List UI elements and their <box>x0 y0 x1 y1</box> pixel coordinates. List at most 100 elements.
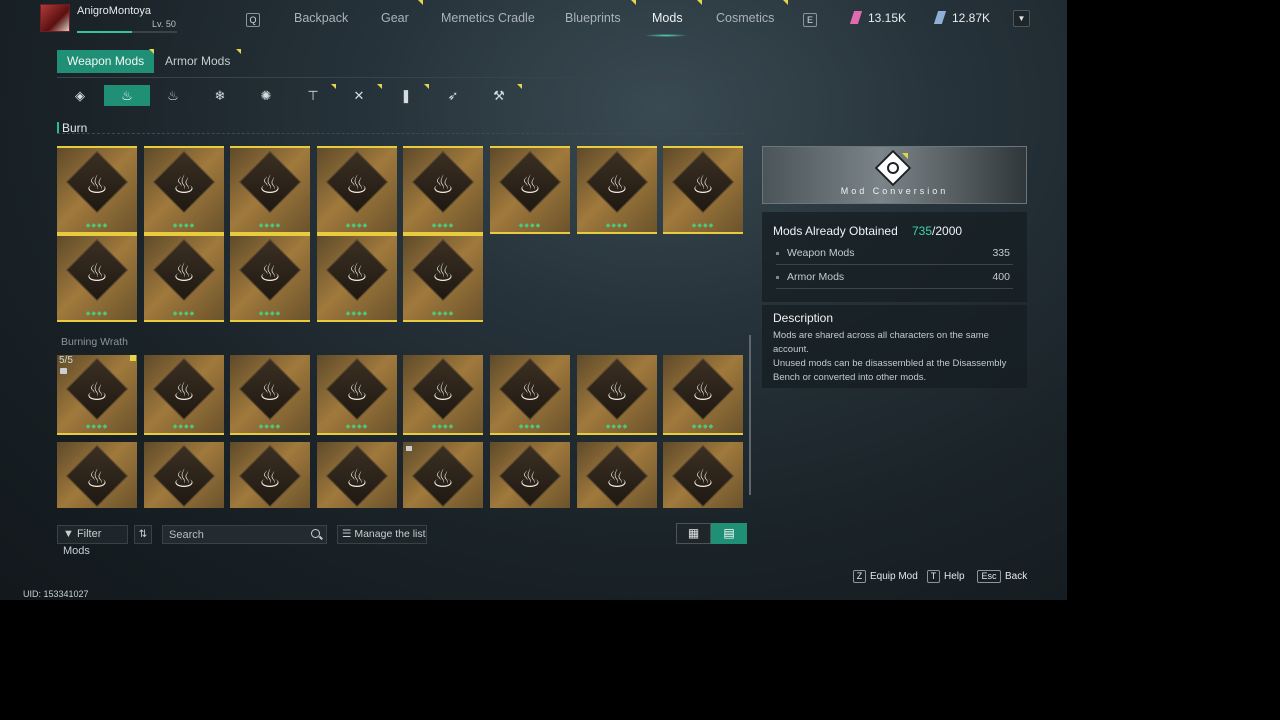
burn-plus-icon: ♨ <box>85 171 109 199</box>
burn-section-title: Burn <box>62 121 88 135</box>
back-key[interactable]: Esc <box>977 570 1001 583</box>
mod-card[interactable]: ♨ ◆◆◆◆ <box>144 146 224 234</box>
hammer-icon[interactable]: ⚒ <box>476 85 522 106</box>
subtab-divider <box>57 77 744 78</box>
mod-card[interactable]: ♨ <box>490 442 570 508</box>
mod-card[interactable]: ♨ ◆◆◆◆ <box>57 355 137 435</box>
burn-arrow-icon: ♨ <box>258 378 282 406</box>
cosmetics-new-marker <box>783 0 788 5</box>
grid-view-button[interactable]: ▦ <box>676 523 711 544</box>
scrollbar[interactable] <box>749 335 751 495</box>
sort-button[interactable]: ⇅ <box>134 525 152 544</box>
bullet-dot-icon <box>776 251 779 255</box>
tab-backpack[interactable]: Backpack <box>294 11 348 25</box>
mod-card[interactable]: ♨ ◆◆◆◆ <box>230 146 310 234</box>
mod-card[interactable]: ♨ ◆◆◆◆ <box>490 146 570 234</box>
mods-new-marker <box>697 0 702 5</box>
xp-fill <box>77 31 132 33</box>
burn-icon[interactable]: ♨ <box>104 85 150 106</box>
frost-icon[interactable]: ❄ <box>197 85 243 106</box>
mod-card[interactable]: ♨ ◆◆◆◆ <box>317 234 397 322</box>
mod-card[interactable]: ♨ ◆◆◆◆ <box>144 355 224 435</box>
power-surge-icon[interactable]: ✺ <box>243 85 289 106</box>
mod-card[interactable]: ♨ <box>663 442 743 508</box>
mod-card[interactable]: ♨ ◆◆◆◆ <box>663 146 743 234</box>
burn-plus-icon: ♨ <box>172 171 196 199</box>
section-accent-bar <box>57 122 59 133</box>
stat-row-weapon-mods: Weapon Mods 335 <box>776 243 1013 265</box>
burn-arrow-icon: ♨ <box>85 465 109 493</box>
tab-blueprints[interactable]: Blueprints <box>565 11 621 25</box>
flame-icon[interactable]: ♨ <box>150 85 196 106</box>
burn-arrow-icon: ♨ <box>518 378 542 406</box>
anvil-icon[interactable]: ⊤ <box>290 85 336 106</box>
avatar[interactable] <box>40 4 70 32</box>
burn-arrow-icon: ♨ <box>518 465 542 493</box>
burn-arrow-icon: ♨ <box>345 378 369 406</box>
hammer-new-marker <box>517 84 522 89</box>
tab-gear[interactable]: Gear <box>381 11 409 25</box>
mod-conversion-label: Mod Conversion <box>840 186 949 196</box>
chevron-down-icon[interactable]: ▼ <box>1013 10 1030 27</box>
mod-card[interactable]: ♨ ◆◆◆◆ <box>57 146 137 234</box>
mod-card[interactable]: ♨ ◆◆◆◆ <box>490 355 570 435</box>
mod-card[interactable]: ♨ ◆◆◆◆ <box>403 146 483 234</box>
burn-plus-icon: ♨ <box>345 259 369 287</box>
mod-card[interactable]: ♨ ◆◆◆◆ <box>230 355 310 435</box>
mod-card[interactable]: ♨ ◆◆◆◆ <box>577 355 657 435</box>
sort-icon: ⇅ <box>138 529 148 540</box>
burn-arrow-icon: ♨ <box>691 378 715 406</box>
mod-card[interactable]: ♨ <box>403 442 483 508</box>
search-input[interactable] <box>163 526 303 543</box>
list-view-button[interactable]: ▤ <box>711 523 747 544</box>
arrow-icon[interactable]: ➶ <box>430 85 476 106</box>
burn-section-header <box>57 120 744 134</box>
tab-armor-mods[interactable]: Armor Mods <box>155 50 240 73</box>
burn-arrow-icon: ♨ <box>85 378 109 406</box>
mod-card[interactable]: ♨ ◆◆◆◆ <box>230 234 310 322</box>
top-bar: AnigroMontoya Lv. 50 Q Backpack Gear Mem… <box>0 0 1067 38</box>
search-box[interactable] <box>162 525 327 544</box>
nav-right-key[interactable]: E <box>803 13 817 27</box>
mod-card[interactable]: ♨ ◆◆◆◆ <box>144 234 224 322</box>
description-line: Bench or converted into other mods. <box>773 372 927 383</box>
equip-key[interactable]: Z <box>853 570 866 583</box>
help-key[interactable]: T <box>927 570 940 583</box>
tab-memetics-cradle[interactable]: Memetics Cradle <box>441 11 535 25</box>
obtained-count: 735/2000 <box>912 224 962 238</box>
bullet-icon[interactable]: ❚ <box>383 85 429 106</box>
mod-card[interactable]: ♨ ◆◆◆◆ <box>317 146 397 234</box>
currency-1-value: 13.15K <box>868 11 907 25</box>
mod-card[interactable]: ♨ ◆◆◆◆ <box>317 355 397 435</box>
mod-card[interactable]: ♨ ◆◆◆◆ <box>403 234 483 322</box>
pink-crystal-icon <box>849 11 863 24</box>
description-line: account. <box>773 344 809 355</box>
equip-mod-hint[interactable]: Equip Mod <box>870 571 918 582</box>
search-icon[interactable] <box>311 529 320 538</box>
crossed-blades-icon[interactable]: ✕ <box>336 85 382 106</box>
nav-left-key[interactable]: Q <box>246 13 260 27</box>
burn-plus-icon: ♨ <box>431 171 455 199</box>
mod-card[interactable]: ♨ <box>577 442 657 508</box>
mod-card[interactable]: ♨ ◆◆◆◆ <box>577 146 657 234</box>
mod-card[interactable]: ♨ ◆◆◆◆ <box>57 234 137 322</box>
manage-list-button[interactable]: ☰ Manage the list <box>337 525 427 544</box>
obtained-current: 735 <box>912 224 933 238</box>
back-hint[interactable]: Back <box>1005 571 1027 582</box>
mod-card[interactable]: ♨ <box>57 442 137 508</box>
obtained-total: /2000 <box>932 224 963 238</box>
mod-card[interactable]: ♨ ◆◆◆◆ <box>663 355 743 435</box>
mod-card[interactable]: ♨ <box>144 442 224 508</box>
mod-card[interactable]: ♨ <box>317 442 397 508</box>
mod-card[interactable]: ♨ ◆◆◆◆ <box>403 355 483 435</box>
tab-cosmetics[interactable]: Cosmetics <box>716 11 774 25</box>
stat-label: Weapon Mods <box>787 247 855 259</box>
mod-card[interactable]: ♨ <box>230 442 310 508</box>
filter-mods-button[interactable]: ▼ Filter Mods <box>57 525 128 557</box>
all-diamond-icon[interactable]: ◈ <box>57 85 103 106</box>
manage-list-label: Manage the list <box>354 528 426 540</box>
tab-weapon-mods[interactable]: Weapon Mods <box>57 50 155 73</box>
tab-mods[interactable]: Mods <box>652 11 683 25</box>
active-tab-indicator <box>644 34 688 37</box>
help-hint[interactable]: Help <box>944 571 965 582</box>
